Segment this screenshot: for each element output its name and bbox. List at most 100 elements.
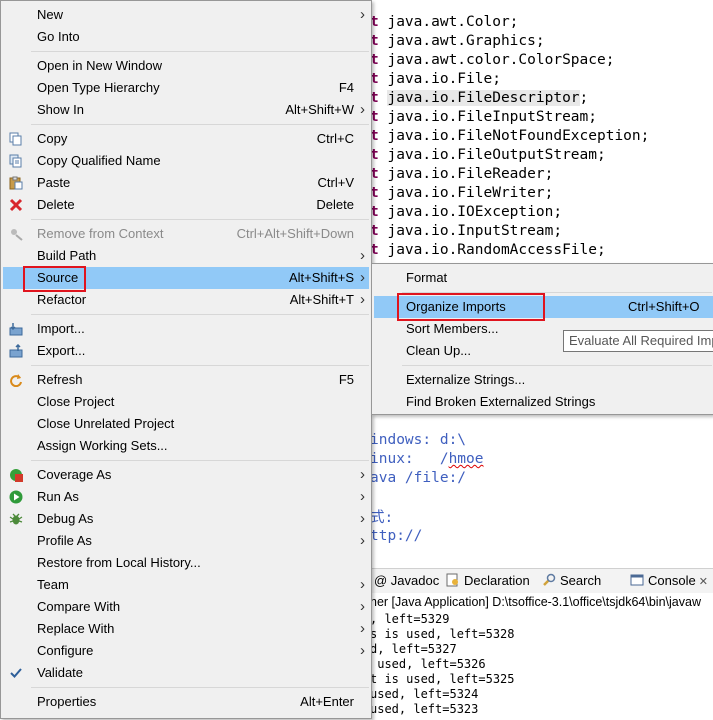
menu-item-close-project[interactable]: Close Project	[3, 391, 369, 413]
menu-item-label: Validate	[37, 665, 84, 680]
menu-item-label: Refresh	[37, 372, 83, 387]
tab-label: Search	[560, 573, 602, 588]
code-line: t java.io.FileDescriptor;	[370, 89, 588, 108]
code-line: t java.io.FileInputStream;	[370, 108, 597, 127]
menu-item-run-as[interactable]: Run As ›	[3, 486, 369, 508]
menu-item-build-path[interactable]: Build Path ›	[3, 245, 369, 267]
menu-item-label: Remove from Context	[37, 226, 164, 241]
console-line: s is used, left=5328	[370, 627, 515, 641]
import-keyword: t	[370, 128, 388, 144]
import-icon	[9, 322, 23, 336]
menu-item-refresh[interactable]: Refresh F5	[3, 369, 369, 391]
menu-item-label: Show In	[37, 102, 84, 117]
tab-search[interactable]: Search	[542, 569, 601, 593]
submenu-item-label: Externalize Strings...	[406, 372, 526, 387]
import-text: java.io.IOException;	[387, 204, 563, 220]
menu-item-debug-as[interactable]: Debug As ›	[3, 508, 369, 530]
console-line: t is used, left=5325	[370, 672, 515, 686]
highlight-annotation	[397, 293, 545, 321]
code-line: t java.io.File;	[370, 70, 501, 89]
submenu-item-label: Find Broken Externalized Strings	[406, 394, 596, 409]
chevron-right-icon: ›	[360, 576, 365, 593]
chevron-right-icon: ›	[360, 291, 365, 308]
menu-item-team[interactable]: Team ›	[3, 574, 369, 596]
code-line: t java.io.InputStream;	[370, 222, 562, 241]
menu-separator	[31, 51, 369, 52]
menu-item-refactor[interactable]: Refactor Alt+Shift+T ›	[3, 289, 369, 311]
debug-icon	[9, 512, 23, 526]
copy-icon	[9, 132, 23, 146]
menu-item-compare-with[interactable]: Compare With ›	[3, 596, 369, 618]
menu-item-copy-qualified-name[interactable]: Copy Qualified Name	[3, 150, 369, 172]
menu-item-configure[interactable]: Configure ›	[3, 640, 369, 662]
menu-item-label: Coverage As	[37, 467, 112, 482]
menu-item-label: Import...	[37, 321, 85, 336]
import-text: java.awt.Graphics;	[387, 33, 545, 49]
submenu-item-find-broken-externalized-strings[interactable]: Find Broken Externalized Strings	[374, 391, 713, 413]
menu-item-properties[interactable]: Properties Alt+Enter	[3, 691, 369, 713]
tab-console[interactable]: Console ✕	[630, 569, 708, 593]
chevron-right-icon: ›	[360, 532, 365, 549]
chevron-right-icon: ›	[360, 620, 365, 637]
chevron-right-icon: ›	[360, 642, 365, 659]
menu-item-label: Profile As	[37, 533, 92, 548]
menu-item-new[interactable]: New ›	[3, 4, 369, 26]
import-keyword: t	[370, 147, 388, 163]
menu-item-replace-with[interactable]: Replace With ›	[3, 618, 369, 640]
submenu-item-externalize-strings[interactable]: Externalize Strings...	[374, 369, 713, 391]
menu-item-label: Refactor	[37, 292, 87, 307]
console-icon	[630, 571, 644, 586]
comment-line: inux: /hmoe	[370, 451, 484, 467]
submenu-item-label: Format	[406, 270, 448, 285]
menu-item-export[interactable]: Export...	[3, 340, 369, 362]
import-keyword: t	[370, 204, 388, 220]
menu-item-label: Delete	[37, 197, 75, 212]
menu-item-close-unrelated-project[interactable]: Close Unrelated Project	[3, 413, 369, 435]
menu-item-validate[interactable]: Validate	[3, 662, 369, 684]
menu-item-open-type-hierarchy[interactable]: Open Type Hierarchy F4	[3, 77, 369, 99]
menu-item-copy[interactable]: Copy Ctrl+C	[3, 128, 369, 150]
menu-item-profile-as[interactable]: Profile As ›	[3, 530, 369, 552]
menu-item-coverage-as[interactable]: Coverage As ›	[3, 464, 369, 486]
console-line: used, left=5326	[370, 657, 486, 671]
checkmark-icon	[9, 666, 23, 680]
menu-item-label: New	[37, 7, 64, 22]
code-line: t java.io.FileWriter;	[370, 184, 553, 203]
menu-item-assign-working-sets[interactable]: Assign Working Sets...	[3, 435, 369, 457]
import-keyword: t	[370, 223, 388, 239]
comment-line: ava /file:/	[370, 470, 467, 486]
delete-icon	[9, 198, 23, 212]
menu-item-delete[interactable]: Delete Delete	[3, 194, 369, 216]
console-line: used, left=5324	[370, 687, 479, 701]
menu-item-import[interactable]: Import...	[3, 318, 369, 340]
menu-item-show-in[interactable]: Show In Alt+Shift+W ›	[3, 99, 369, 121]
menu-separator	[31, 124, 369, 125]
run-icon	[9, 490, 23, 504]
comment-line: ttp://	[370, 528, 423, 544]
submenu-item-label: Sort Members...	[406, 321, 499, 336]
code-line: t java.io.RandomAccessFile;	[370, 241, 606, 260]
chevron-right-icon: ›	[360, 247, 365, 264]
import-text: java.io.InputStream;	[387, 223, 563, 239]
submenu-item-format[interactable]: Format	[374, 267, 713, 289]
menu-item-open-in-new-window[interactable]: Open in New Window	[3, 55, 369, 77]
chevron-right-icon: ›	[360, 6, 365, 23]
menu-item-shortcut: F4	[338, 80, 354, 95]
menu-item-go-into[interactable]: Go Into	[3, 26, 369, 48]
import-keyword: t	[370, 242, 388, 258]
menu-item-paste[interactable]: Paste Ctrl+V	[3, 172, 369, 194]
menu-item-label: Debug As	[37, 511, 94, 526]
console-line: d, left=5327	[370, 642, 457, 656]
menu-separator	[31, 460, 369, 461]
menu-item-label: Copy Qualified Name	[37, 153, 161, 168]
declaration-icon	[446, 571, 460, 587]
tab-label: Declaration	[464, 573, 530, 588]
menu-item-restore-from-local-history[interactable]: Restore from Local History...	[3, 552, 369, 574]
tab-label: @ Javadoc	[374, 573, 440, 588]
views-tab-strip: @ Javadoc Declaration Search Console ✕	[370, 568, 713, 594]
chevron-right-icon: ›	[360, 488, 365, 505]
close-icon[interactable]: ✕	[696, 576, 708, 588]
import-text: java.io.RandomAccessFile;	[387, 242, 606, 258]
tab-declaration[interactable]: Declaration	[446, 569, 530, 593]
tab-javadoc[interactable]: @ Javadoc	[374, 569, 439, 593]
